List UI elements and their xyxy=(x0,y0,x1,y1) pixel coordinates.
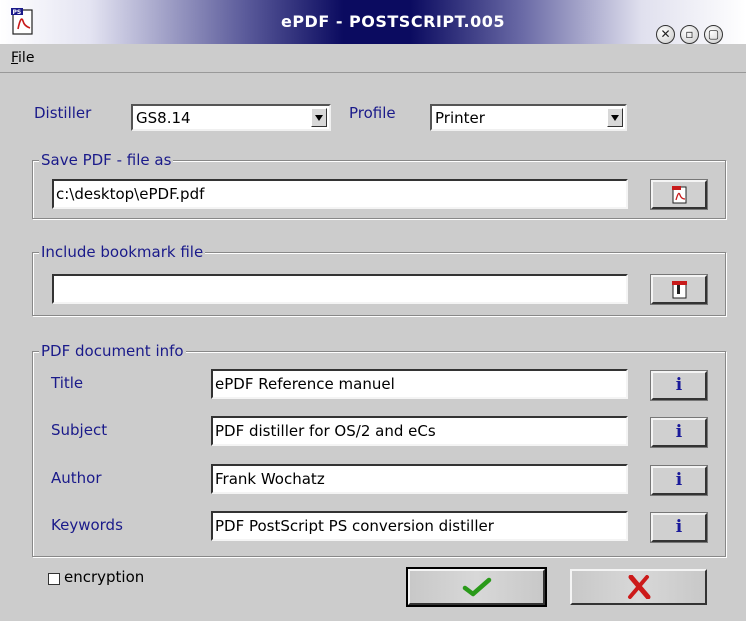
save-path-input[interactable] xyxy=(54,181,626,207)
menu-file[interactable]: File xyxy=(11,50,34,66)
chevron-down-icon[interactable] xyxy=(607,108,623,127)
info-icon: i xyxy=(675,470,683,490)
subject-field[interactable] xyxy=(211,416,628,446)
encryption-checkbox[interactable] xyxy=(48,573,60,585)
bookmark-browse-button[interactable] xyxy=(651,275,707,304)
author-input[interactable] xyxy=(213,466,626,492)
chevron-down-icon[interactable] xyxy=(311,108,327,127)
bookmark-path-input[interactable] xyxy=(54,276,626,302)
title-input[interactable] xyxy=(213,371,626,397)
maximize-icon[interactable]: ▢ xyxy=(704,25,723,44)
profile-label: Profile xyxy=(349,104,396,122)
title-info-button[interactable]: i xyxy=(651,371,707,400)
keywords-label: Keywords xyxy=(51,516,123,534)
window-title: ePDF - POSTSCRIPT.005 xyxy=(280,12,506,31)
keywords-field[interactable] xyxy=(211,511,628,541)
menu-bar: File xyxy=(0,44,746,73)
pdf-file-browse-icon xyxy=(672,186,687,204)
distiller-value: GS8.14 xyxy=(136,109,191,127)
info-icon: i xyxy=(675,375,683,395)
title-field[interactable] xyxy=(211,369,628,399)
menu-file-label: ile xyxy=(18,50,35,66)
distiller-label: Distiller xyxy=(34,104,92,122)
subject-label: Subject xyxy=(51,421,108,439)
distiller-combo[interactable]: GS8.14 xyxy=(131,104,331,131)
encryption-label[interactable]: encryption xyxy=(64,568,144,586)
profile-value: Printer xyxy=(435,109,485,127)
minimize-icon[interactable]: ▫ xyxy=(680,25,699,44)
subject-input[interactable] xyxy=(213,418,626,444)
title-label: Title xyxy=(51,374,84,392)
x-icon xyxy=(627,575,650,599)
author-field[interactable] xyxy=(211,464,628,494)
bookmark-group-title: Include bookmark file xyxy=(39,243,206,261)
info-icon: i xyxy=(675,517,683,537)
keywords-input[interactable] xyxy=(213,513,626,539)
checkmark-icon xyxy=(462,577,491,597)
save-path-field[interactable] xyxy=(52,179,628,209)
ok-button[interactable] xyxy=(406,567,547,607)
document-info-group-title: PDF document info xyxy=(39,342,186,360)
keywords-info-button[interactable]: i xyxy=(651,513,707,542)
bookmark-path-field[interactable] xyxy=(52,274,628,304)
cancel-button[interactable] xyxy=(570,569,707,605)
author-label: Author xyxy=(51,469,102,487)
save-browse-button[interactable] xyxy=(651,180,707,209)
epdf-window: PS ePDF - POSTSCRIPT.005 ✕ ▫ ▢ File Dist… xyxy=(0,0,746,621)
author-info-button[interactable]: i xyxy=(651,466,707,495)
info-icon: i xyxy=(675,422,683,442)
close-icon[interactable]: ✕ xyxy=(656,25,675,44)
menu-file-mnemonic: F xyxy=(11,50,19,66)
save-pdf-group-title: Save PDF - file as xyxy=(39,151,174,169)
title-bar[interactable]: PS ePDF - POSTSCRIPT.005 ✕ ▫ ▢ xyxy=(0,0,746,44)
subject-info-button[interactable]: i xyxy=(651,418,707,447)
profile-combo[interactable]: Printer xyxy=(430,104,627,131)
bookmark-file-browse-icon xyxy=(672,281,687,299)
